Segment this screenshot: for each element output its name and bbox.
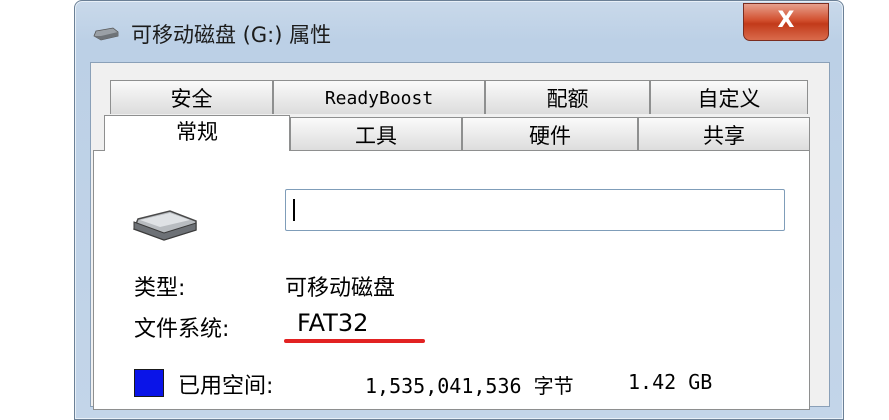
removable-drive-icon <box>93 27 119 41</box>
tab-tools[interactable]: 工具 <box>290 117 462 151</box>
tab-quota[interactable]: 配额 <box>485 80 650 114</box>
filesystem-value: FAT32 <box>297 309 369 337</box>
window-title: 可移动磁盘 (G:) 属性 <box>131 23 332 47</box>
tab-security[interactable]: 安全 <box>110 80 273 114</box>
title-bar[interactable]: 可移动磁盘 (G:) 属性 <box>75 1 843 59</box>
tab-customize[interactable]: 自定义 <box>650 80 808 114</box>
tab-general[interactable]: 常规 <box>104 115 290 151</box>
drive-icon <box>133 210 197 241</box>
tab-sharing[interactable]: 共享 <box>638 117 810 151</box>
drive-name-input[interactable] <box>285 189 785 231</box>
type-label: 类型: <box>134 276 186 301</box>
tab-hardware[interactable]: 硬件 <box>462 117 638 151</box>
close-icon: X <box>777 8 795 33</box>
used-space-size: 1.42 GB <box>628 370 713 394</box>
type-value: 可移动磁盘 <box>285 276 396 301</box>
close-button[interactable]: X <box>743 3 829 41</box>
used-space-label: 已用空间: <box>178 374 274 399</box>
tab-readyboost[interactable]: ReadyBoost <box>273 80 485 114</box>
filesystem-label: 文件系统: <box>134 317 230 342</box>
filesystem-highlight-underline <box>284 339 425 343</box>
used-space-bytes: 1,535,041,536 字节 <box>365 374 574 398</box>
used-space-color-swatch <box>134 369 164 397</box>
text-caret <box>293 199 295 221</box>
